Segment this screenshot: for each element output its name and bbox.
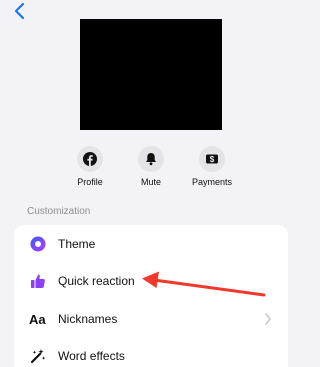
quick-reaction-label: Quick reaction — [58, 273, 135, 288]
mute-label: Mute — [140, 177, 161, 187]
bell-icon — [138, 146, 164, 172]
facebook-icon — [77, 146, 103, 172]
theme-label: Theme — [58, 236, 96, 251]
word-effects-label: Word effects — [58, 348, 125, 363]
profile-label: Profile — [77, 177, 103, 187]
back-chevron-icon[interactable] — [12, 2, 30, 20]
list-item-word-effects[interactable]: Word effects — [14, 337, 288, 367]
svg-text:$: $ — [210, 155, 215, 164]
thumbs-up-icon — [29, 272, 47, 290]
list-item-nicknames[interactable]: Aa Nicknames — [14, 300, 288, 337]
nicknames-label: Nicknames — [58, 311, 118, 326]
action-buttons: Profile Mute $ Payments — [0, 146, 302, 192]
svg-text:Aa: Aa — [29, 312, 46, 326]
section-title-customization: Customization — [27, 206, 91, 217]
chevron-right-icon — [265, 312, 271, 325]
payments-label: Payments — [191, 177, 233, 187]
dollar-icon: $ — [199, 146, 225, 172]
mute-action[interactable]: Mute — [116, 146, 186, 187]
list-item-theme[interactable]: Theme — [14, 225, 288, 262]
profile-picture — [80, 19, 222, 130]
sparkle-wand-icon — [29, 347, 47, 365]
annotation-arrow-icon — [142, 271, 266, 297]
theme-circle-icon — [29, 235, 47, 253]
profile-action[interactable]: Profile — [55, 146, 125, 187]
payments-action[interactable]: $ Payments — [177, 146, 247, 187]
aa-text-icon: Aa — [29, 310, 47, 328]
